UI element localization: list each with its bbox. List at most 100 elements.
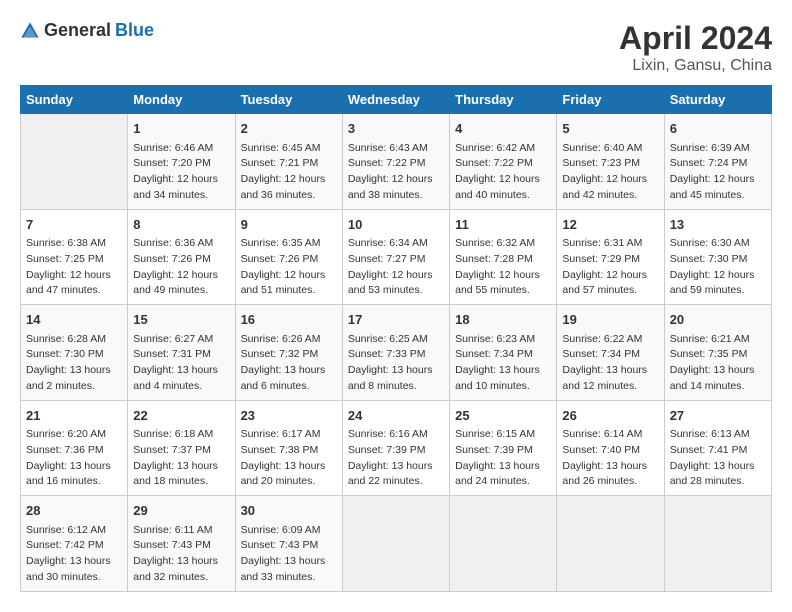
day-number: 7: [26, 215, 122, 235]
calendar-cell: 8Sunrise: 6:36 AMSunset: 7:26 PMDaylight…: [128, 209, 235, 305]
cell-content: Sunrise: 6:30 AMSunset: 7:30 PMDaylight:…: [670, 236, 766, 299]
day-number: 25: [455, 406, 551, 426]
logo-blue: Blue: [115, 20, 154, 41]
day-number: 20: [670, 310, 766, 330]
week-row-5: 28Sunrise: 6:12 AMSunset: 7:42 PMDayligh…: [21, 496, 772, 592]
cell-content: Sunrise: 6:25 AMSunset: 7:33 PMDaylight:…: [348, 332, 444, 395]
logo-general: General: [44, 20, 111, 41]
cell-content: Sunrise: 6:13 AMSunset: 7:41 PMDaylight:…: [670, 427, 766, 490]
calendar-cell: 1Sunrise: 6:46 AMSunset: 7:20 PMDaylight…: [128, 114, 235, 210]
cell-content: Sunrise: 6:28 AMSunset: 7:30 PMDaylight:…: [26, 332, 122, 395]
day-number: 12: [562, 215, 658, 235]
week-row-3: 14Sunrise: 6:28 AMSunset: 7:30 PMDayligh…: [21, 305, 772, 401]
day-number: 29: [133, 501, 229, 521]
cell-content: Sunrise: 6:32 AMSunset: 7:28 PMDaylight:…: [455, 236, 551, 299]
day-number: 27: [670, 406, 766, 426]
day-number: 10: [348, 215, 444, 235]
calendar-cell: [450, 496, 557, 592]
day-number: 11: [455, 215, 551, 235]
calendar-cell: 14Sunrise: 6:28 AMSunset: 7:30 PMDayligh…: [21, 305, 128, 401]
calendar-cell: 18Sunrise: 6:23 AMSunset: 7:34 PMDayligh…: [450, 305, 557, 401]
calendar-cell: 12Sunrise: 6:31 AMSunset: 7:29 PMDayligh…: [557, 209, 664, 305]
day-number: 21: [26, 406, 122, 426]
cell-content: Sunrise: 6:39 AMSunset: 7:24 PMDaylight:…: [670, 141, 766, 204]
cell-content: Sunrise: 6:34 AMSunset: 7:27 PMDaylight:…: [348, 236, 444, 299]
cell-content: Sunrise: 6:20 AMSunset: 7:36 PMDaylight:…: [26, 427, 122, 490]
calendar-cell: 26Sunrise: 6:14 AMSunset: 7:40 PMDayligh…: [557, 400, 664, 496]
day-number: 4: [455, 119, 551, 139]
week-row-2: 7Sunrise: 6:38 AMSunset: 7:25 PMDaylight…: [21, 209, 772, 305]
calendar-cell: 28Sunrise: 6:12 AMSunset: 7:42 PMDayligh…: [21, 496, 128, 592]
calendar-cell: [21, 114, 128, 210]
cell-content: Sunrise: 6:43 AMSunset: 7:22 PMDaylight:…: [348, 141, 444, 204]
calendar-cell: [557, 496, 664, 592]
cell-content: Sunrise: 6:40 AMSunset: 7:23 PMDaylight:…: [562, 141, 658, 204]
day-number: 3: [348, 119, 444, 139]
cell-content: Sunrise: 6:31 AMSunset: 7:29 PMDaylight:…: [562, 236, 658, 299]
day-number: 19: [562, 310, 658, 330]
calendar-cell: 27Sunrise: 6:13 AMSunset: 7:41 PMDayligh…: [664, 400, 771, 496]
column-header-sunday: Sunday: [21, 86, 128, 114]
day-number: 14: [26, 310, 122, 330]
calendar-cell: 10Sunrise: 6:34 AMSunset: 7:27 PMDayligh…: [342, 209, 449, 305]
week-row-4: 21Sunrise: 6:20 AMSunset: 7:36 PMDayligh…: [21, 400, 772, 496]
cell-content: Sunrise: 6:21 AMSunset: 7:35 PMDaylight:…: [670, 332, 766, 395]
title-block: April 2024 Lixin, Gansu, China: [619, 20, 772, 75]
cell-content: Sunrise: 6:18 AMSunset: 7:37 PMDaylight:…: [133, 427, 229, 490]
day-number: 9: [241, 215, 337, 235]
column-header-wednesday: Wednesday: [342, 86, 449, 114]
calendar-cell: 6Sunrise: 6:39 AMSunset: 7:24 PMDaylight…: [664, 114, 771, 210]
cell-content: Sunrise: 6:09 AMSunset: 7:43 PMDaylight:…: [241, 523, 337, 586]
calendar-table: SundayMondayTuesdayWednesdayThursdayFrid…: [20, 85, 772, 592]
calendar-cell: 22Sunrise: 6:18 AMSunset: 7:37 PMDayligh…: [128, 400, 235, 496]
cell-content: Sunrise: 6:17 AMSunset: 7:38 PMDaylight:…: [241, 427, 337, 490]
calendar-cell: 15Sunrise: 6:27 AMSunset: 7:31 PMDayligh…: [128, 305, 235, 401]
calendar-cell: 21Sunrise: 6:20 AMSunset: 7:36 PMDayligh…: [21, 400, 128, 496]
calendar-cell: 3Sunrise: 6:43 AMSunset: 7:22 PMDaylight…: [342, 114, 449, 210]
calendar-cell: 29Sunrise: 6:11 AMSunset: 7:43 PMDayligh…: [128, 496, 235, 592]
day-number: 28: [26, 501, 122, 521]
calendar-cell: [664, 496, 771, 592]
cell-content: Sunrise: 6:23 AMSunset: 7:34 PMDaylight:…: [455, 332, 551, 395]
calendar-cell: 5Sunrise: 6:40 AMSunset: 7:23 PMDaylight…: [557, 114, 664, 210]
day-number: 8: [133, 215, 229, 235]
week-row-1: 1Sunrise: 6:46 AMSunset: 7:20 PMDaylight…: [21, 114, 772, 210]
cell-content: Sunrise: 6:46 AMSunset: 7:20 PMDaylight:…: [133, 141, 229, 204]
day-number: 23: [241, 406, 337, 426]
day-number: 13: [670, 215, 766, 235]
cell-content: Sunrise: 6:12 AMSunset: 7:42 PMDaylight:…: [26, 523, 122, 586]
column-header-thursday: Thursday: [450, 86, 557, 114]
day-number: 17: [348, 310, 444, 330]
day-number: 30: [241, 501, 337, 521]
cell-content: Sunrise: 6:11 AMSunset: 7:43 PMDaylight:…: [133, 523, 229, 586]
calendar-cell: 9Sunrise: 6:35 AMSunset: 7:26 PMDaylight…: [235, 209, 342, 305]
logo-icon: [20, 21, 40, 41]
day-number: 1: [133, 119, 229, 139]
cell-content: Sunrise: 6:45 AMSunset: 7:21 PMDaylight:…: [241, 141, 337, 204]
cell-content: Sunrise: 6:26 AMSunset: 7:32 PMDaylight:…: [241, 332, 337, 395]
cell-content: Sunrise: 6:42 AMSunset: 7:22 PMDaylight:…: [455, 141, 551, 204]
month-year-title: April 2024: [619, 20, 772, 57]
calendar-cell: 19Sunrise: 6:22 AMSunset: 7:34 PMDayligh…: [557, 305, 664, 401]
day-number: 16: [241, 310, 337, 330]
calendar-cell: 25Sunrise: 6:15 AMSunset: 7:39 PMDayligh…: [450, 400, 557, 496]
column-header-saturday: Saturday: [664, 86, 771, 114]
calendar-cell: [342, 496, 449, 592]
day-number: 18: [455, 310, 551, 330]
cell-content: Sunrise: 6:16 AMSunset: 7:39 PMDaylight:…: [348, 427, 444, 490]
column-header-tuesday: Tuesday: [235, 86, 342, 114]
cell-content: Sunrise: 6:36 AMSunset: 7:26 PMDaylight:…: [133, 236, 229, 299]
day-number: 5: [562, 119, 658, 139]
calendar-cell: 20Sunrise: 6:21 AMSunset: 7:35 PMDayligh…: [664, 305, 771, 401]
cell-content: Sunrise: 6:15 AMSunset: 7:39 PMDaylight:…: [455, 427, 551, 490]
calendar-cell: 7Sunrise: 6:38 AMSunset: 7:25 PMDaylight…: [21, 209, 128, 305]
cell-content: Sunrise: 6:38 AMSunset: 7:25 PMDaylight:…: [26, 236, 122, 299]
day-number: 15: [133, 310, 229, 330]
calendar-cell: 2Sunrise: 6:45 AMSunset: 7:21 PMDaylight…: [235, 114, 342, 210]
cell-content: Sunrise: 6:14 AMSunset: 7:40 PMDaylight:…: [562, 427, 658, 490]
calendar-cell: 13Sunrise: 6:30 AMSunset: 7:30 PMDayligh…: [664, 209, 771, 305]
header-row: SundayMondayTuesdayWednesdayThursdayFrid…: [21, 86, 772, 114]
location-subtitle: Lixin, Gansu, China: [619, 57, 772, 75]
logo: General Blue: [20, 20, 154, 41]
page-header: General Blue April 2024 Lixin, Gansu, Ch…: [20, 20, 772, 75]
